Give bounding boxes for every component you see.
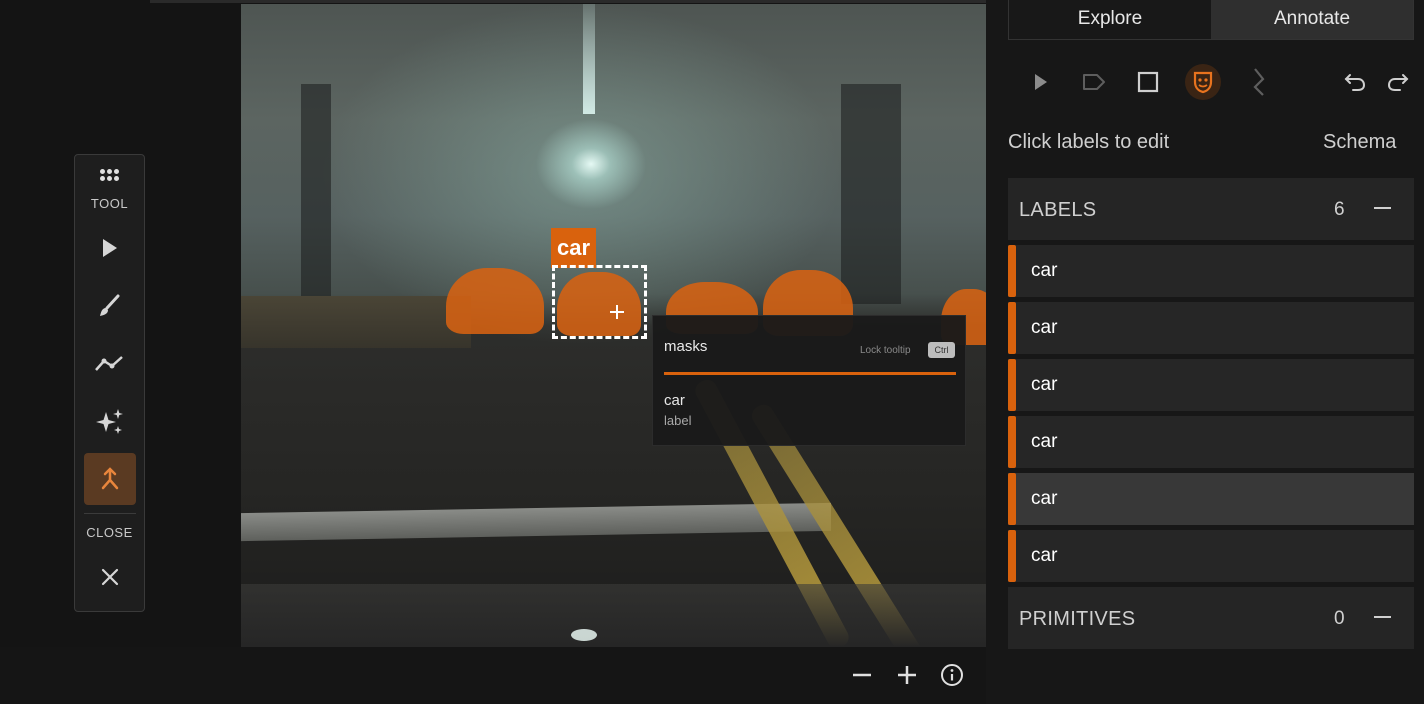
close-palette-button[interactable] [84,551,136,603]
image-viewer: car masks Lock tooltip Ctrl car label TO… [0,0,986,704]
edit-hint-text: Click labels to edit [1008,131,1170,153]
merge-arrow-icon [101,467,119,490]
tooltip-accent-rule [664,372,956,375]
tool-palette: TOOL CLOSE [74,154,145,612]
label-name: car [1031,431,1058,452]
hover-tooltip: masks Lock tooltip Ctrl car label [652,315,966,446]
merge-tool-button[interactable] [84,453,136,505]
redo-button[interactable] [1380,64,1416,100]
tool-palette-divider [84,513,136,514]
polyline-tool-button[interactable] [84,338,136,390]
annotate-bbox-tool[interactable] [1130,64,1166,100]
brush-icon [100,294,120,316]
info-icon [941,664,963,686]
auto-segment-tool-button[interactable] [84,396,136,448]
tooltip-lock-key: Ctrl [928,342,955,358]
dashboard-reflection [571,629,597,641]
redo-icon [1387,74,1409,91]
tag-icon [1083,74,1105,90]
viewer-bottom-bar [0,647,986,704]
cursor-arrow-icon [103,239,117,257]
label-name: car [1031,260,1058,281]
car-mask[interactable] [446,268,544,334]
brush-tool-button[interactable] [84,280,136,332]
polyline-icon [95,356,123,371]
ceiling-light-beam [583,4,595,114]
label-list-item[interactable]: car [1008,530,1414,582]
car-dashboard [241,584,986,647]
label-name: car [1031,317,1058,338]
plus-icon [898,666,916,684]
label-color-bar [1008,245,1016,297]
label-list-item[interactable]: car [1008,245,1414,297]
sparkles-icon [96,409,123,434]
viewer-top-divider [150,0,986,3]
close-icon [101,568,119,586]
tab-explore[interactable]: Explore [1009,0,1211,39]
tooltip-field-name: masks [664,338,708,355]
annotate-select-tool[interactable] [1023,64,1059,100]
primitives-section-title: PRIMITIVES [1019,608,1136,630]
tooltip-value: car [664,392,685,409]
info-button[interactable] [937,660,967,690]
tooltip-key: label [664,413,692,428]
lane-marking-white [241,502,831,542]
label-color-bar [1008,359,1016,411]
polyline-icon [1253,68,1265,96]
label-color-bar [1008,530,1016,582]
zoom-out-button[interactable] [847,660,877,690]
minus-icon [853,673,871,677]
labels-count: 6 [1334,199,1345,220]
mask-label-tag: car [551,228,597,268]
mask-icon [1193,71,1213,94]
label-list-item[interactable]: car [1008,359,1414,411]
pillar [841,84,901,304]
undo-button[interactable] [1337,64,1373,100]
crosshair-cursor-icon [610,305,624,319]
undo-icon [1344,74,1366,91]
schema-link[interactable]: Schema [1323,131,1396,154]
annotate-classification-tool[interactable] [1076,64,1112,100]
selection-box[interactable] [552,265,647,339]
mode-tabs: Explore Annotate [1008,0,1414,40]
barrier-ledge [241,296,471,348]
tool-palette-heading: TOOL [90,196,129,211]
label-list-item[interactable]: car [1008,473,1414,525]
cursor-arrow-icon [1035,74,1047,90]
annotate-polyline-tool[interactable] [1241,64,1277,100]
labels-section-title: LABELS [1019,199,1097,221]
collapse-minus-icon[interactable] [1374,207,1391,209]
label-color-bar [1008,302,1016,354]
collapse-minus-icon[interactable] [1374,616,1391,618]
close-palette-label: CLOSE [86,525,133,540]
dots-grid-icon [100,169,120,183]
label-name: car [1031,488,1058,509]
primitives-count: 0 [1334,608,1345,629]
label-list-item[interactable]: car [1008,302,1414,354]
tooltip-lock-hint: Lock tooltip [860,345,911,356]
annotate-mask-tool[interactable] [1185,64,1221,100]
pillar [301,84,331,304]
select-tool-button[interactable] [84,222,136,274]
labels-section-header[interactable]: LABELS 6 [1008,178,1414,240]
label-color-bar [1008,416,1016,468]
sidebar-panel: Explore Annotate Click labels to edit Sc… [986,0,1424,704]
square-icon [1137,71,1159,93]
label-list-item[interactable]: car [1008,416,1414,468]
primitives-section-header[interactable]: PRIMITIVES 0 [1008,587,1414,649]
label-name: car [1031,545,1058,566]
tab-annotate[interactable]: Annotate [1211,0,1413,39]
label-color-bar [1008,473,1016,525]
zoom-in-button[interactable] [892,660,922,690]
label-name: car [1031,374,1058,395]
